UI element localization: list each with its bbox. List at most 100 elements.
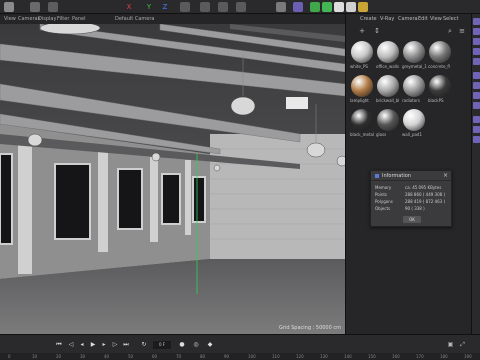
- material-label: blackPS: [428, 98, 444, 103]
- material-swatch[interactable]: lamplight: [350, 74, 374, 104]
- texture-mode-icon[interactable]: [473, 28, 480, 35]
- material-swatch[interactable]: concrete_fl: [428, 40, 452, 70]
- mat-menu-view[interactable]: View: [430, 14, 442, 24]
- ruler-tick-label: 50: [128, 354, 134, 359]
- workplane-icon[interactable]: [473, 92, 480, 99]
- record-icon[interactable]: ●: [178, 341, 186, 349]
- brush-icon[interactable]: [473, 126, 480, 133]
- information-dialog: Information × Memory ca. 45 095 KBytes P…: [370, 170, 452, 227]
- previous-key-icon[interactable]: ◁: [67, 341, 75, 349]
- ruler-tick-label: 0: [8, 354, 11, 359]
- coordinate-system-icon[interactable]: [180, 2, 190, 12]
- scene-icon[interactable]: [334, 2, 344, 12]
- material-preview-sphere: [403, 41, 425, 63]
- material-swatch[interactable]: wall_pad1: [402, 108, 426, 138]
- close-button[interactable]: ×: [443, 172, 448, 180]
- live-select-icon[interactable]: [30, 2, 40, 12]
- camera-icon[interactable]: ▣: [446, 341, 455, 349]
- material-label: office_walls: [376, 64, 400, 69]
- info-value: ca. 45 095 KBytes: [405, 185, 442, 190]
- move-icon[interactable]: [48, 2, 58, 12]
- add-material-icon[interactable]: +: [358, 27, 366, 35]
- viewport-menu-view[interactable]: View: [4, 14, 16, 24]
- pen-spline-icon[interactable]: [293, 2, 303, 12]
- material-menu: Create V-Ray Camera Edit View Select: [346, 14, 472, 24]
- viewport-menu-filter[interactable]: Filter: [57, 14, 69, 24]
- mat-menu-select[interactable]: Select: [443, 14, 458, 24]
- ruler-tick-label: 190: [464, 354, 472, 359]
- material-label: greymetal_1: [402, 64, 427, 69]
- ruler-tick-label: 30: [80, 354, 86, 359]
- points-mode-icon[interactable]: [473, 38, 480, 45]
- axis-y-toggle[interactable]: Y: [144, 1, 154, 13]
- info-icon: [375, 174, 379, 178]
- expand-icon[interactable]: ⤢: [458, 341, 467, 349]
- next-key-icon[interactable]: ▷: [111, 341, 119, 349]
- 3d-viewport[interactable]: Grid Spacing : 50000 cm: [0, 24, 345, 334]
- move-material-icon[interactable]: ↕: [373, 27, 381, 35]
- main-toolbar: X Y Z: [0, 0, 480, 14]
- ruler-tick-label: 80: [200, 354, 206, 359]
- generator-icon[interactable]: [310, 2, 320, 12]
- axis-z-toggle[interactable]: Z: [160, 1, 170, 13]
- undo-icon[interactable]: [4, 2, 14, 12]
- viewport-menu-display[interactable]: Display: [38, 14, 56, 24]
- material-swatch[interactable]: black_metal: [350, 108, 374, 138]
- cube-object-icon[interactable]: [276, 2, 286, 12]
- mat-menu-camera[interactable]: Camera: [398, 14, 418, 24]
- material-swatch[interactable]: office_walls: [376, 40, 400, 70]
- autokey-icon[interactable]: ◎: [192, 341, 200, 349]
- axis-x-toggle[interactable]: X: [124, 1, 134, 13]
- material-preview-sphere: [351, 41, 373, 63]
- frame-ruler[interactable]: 0 10 20 30 40 50 60 70 80 90 100 110 120 130 140 150 160…: [0, 353, 480, 360]
- material-swatch[interactable]: radiators: [402, 74, 426, 104]
- viewport-menu-panel[interactable]: Panel: [72, 14, 86, 24]
- solo-icon[interactable]: [473, 102, 480, 109]
- info-key: Memory: [375, 185, 392, 190]
- previous-frame-icon[interactable]: ◂: [78, 341, 86, 349]
- filter-icon[interactable]: ≡: [458, 27, 466, 35]
- go-to-start-icon[interactable]: ⏮: [55, 341, 63, 349]
- ruler-tick-label: 170: [416, 354, 424, 359]
- material-label: lamplight: [350, 98, 369, 103]
- viewport-menu: View Cameras Display Filter Panel Defaul…: [0, 14, 345, 24]
- render-settings-icon[interactable]: [236, 2, 246, 12]
- sculpt-icon[interactable]: [473, 116, 480, 123]
- material-preview-sphere: [403, 75, 425, 97]
- snap-icon[interactable]: [473, 82, 480, 89]
- mat-menu-create[interactable]: Create: [360, 14, 377, 24]
- camera-object-icon[interactable]: [346, 2, 356, 12]
- current-frame-field[interactable]: 0 F: [153, 341, 171, 349]
- mat-menu-edit[interactable]: Edit: [418, 14, 428, 24]
- material-swatch[interactable]: glass: [376, 108, 400, 138]
- camera-label: Default Camera: [115, 16, 155, 22]
- next-frame-icon[interactable]: ▸: [100, 341, 108, 349]
- viewport-menu-cameras[interactable]: Cameras: [18, 14, 40, 24]
- deformer-icon[interactable]: [322, 2, 332, 12]
- ruler-tick-label: 70: [176, 354, 182, 359]
- material-swatch[interactable]: greymetal_1: [402, 40, 427, 70]
- search-icon[interactable]: ⌕: [446, 27, 454, 35]
- material-swatch[interactable]: white_PS: [350, 40, 374, 70]
- play-icon[interactable]: ▶: [89, 341, 97, 349]
- ruler-tick-label: 110: [272, 354, 280, 359]
- go-to-end-icon[interactable]: ⏭: [122, 341, 130, 349]
- knife-icon[interactable]: [473, 136, 480, 143]
- mat-menu-vray[interactable]: V-Ray: [380, 14, 394, 24]
- ok-button[interactable]: OK: [403, 216, 421, 223]
- light-object-icon[interactable]: [358, 2, 368, 12]
- loop-icon[interactable]: ↻: [140, 341, 148, 349]
- model-mode-icon[interactable]: [473, 18, 480, 25]
- render-region-icon[interactable]: [200, 2, 210, 12]
- axis-mode-icon[interactable]: [473, 72, 480, 79]
- material-swatch[interactable]: blackPS: [428, 74, 452, 104]
- material-label: brickwall_bl: [376, 98, 400, 103]
- keyframe-selection-icon[interactable]: ◆: [206, 341, 214, 349]
- polygons-mode-icon[interactable]: [473, 58, 480, 65]
- material-swatch[interactable]: brickwall_bl: [376, 74, 400, 104]
- edges-mode-icon[interactable]: [473, 48, 480, 55]
- grid-spacing-readout: Grid Spacing : 50000 cm: [279, 325, 341, 331]
- ruler-tick-label: 160: [392, 354, 400, 359]
- ruler-tick-label: 10: [32, 354, 38, 359]
- render-view-icon[interactable]: [218, 2, 228, 12]
